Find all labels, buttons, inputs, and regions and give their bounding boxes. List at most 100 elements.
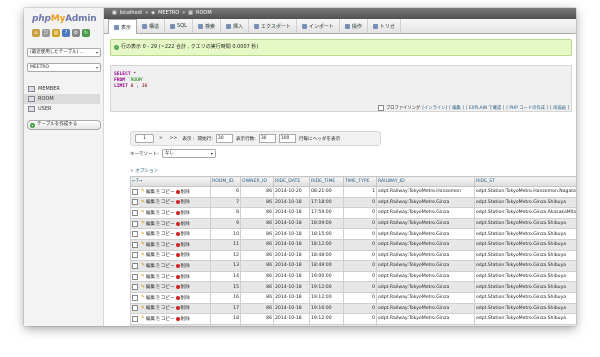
time-type-cell[interactable]: 0 bbox=[343, 207, 377, 219]
room-id-cell[interactable]: 15 bbox=[210, 281, 241, 293]
inline-edit-link[interactable]: [インライン] bbox=[422, 105, 447, 111]
table-row[interactable]: ✎ 編集 ⎘ コピー 削除 15 86 2014-10-18 19:12:00 0 odpt.Rai… bbox=[130, 281, 576, 293]
owner-id-cell[interactable]: 86 bbox=[240, 323, 274, 326]
copy-link[interactable]: コピー bbox=[161, 274, 175, 280]
recent-tables-select[interactable]: (最近使用したテーブル) ... ▾ bbox=[27, 48, 101, 57]
owner-id-cell[interactable]: 86 bbox=[240, 302, 274, 315]
edit-link[interactable]: 編集 bbox=[146, 210, 155, 216]
room-id-cell[interactable]: 17 bbox=[210, 302, 241, 315]
ride-st-cell[interactable]: odpt.Station:TokyoMetro.Ginza.AkasakaMit… bbox=[474, 207, 576, 219]
ride-date-cell[interactable]: 2014-10-18 bbox=[273, 196, 310, 209]
column-header-actions[interactable]: ←T→ bbox=[130, 176, 211, 187]
rows-input[interactable]: 30 bbox=[258, 134, 276, 143]
time-type-cell[interactable]: 0 bbox=[343, 291, 377, 304]
railway-id-cell[interactable]: odpt.Railway:TokyoMetro.Ginza bbox=[376, 249, 475, 262]
owner-id-cell[interactable]: 86 bbox=[240, 228, 274, 240]
owner-id-cell[interactable]: 86 bbox=[240, 281, 274, 293]
edit-link[interactable]: 編集 bbox=[146, 305, 155, 311]
ride-time-cell[interactable]: 19:16:00 bbox=[309, 302, 344, 315]
owner-id-cell[interactable]: 86 bbox=[240, 260, 274, 272]
room-id-cell[interactable]: 18 bbox=[210, 313, 241, 325]
railway-id-cell[interactable]: odpt.Railway:TokyoMetro.Ginza bbox=[376, 313, 475, 325]
time-type-cell[interactable]: 0 bbox=[343, 323, 377, 326]
room-id-cell[interactable]: 12 bbox=[210, 249, 241, 262]
ride-date-cell[interactable]: 2014-10-18 bbox=[273, 249, 310, 262]
time-type-cell[interactable]: 0 bbox=[343, 260, 377, 272]
copy-link[interactable]: コピー bbox=[161, 316, 175, 322]
railway-id-cell[interactable]: odpt.Railway:TokyoMetro.Ginza bbox=[376, 217, 475, 230]
row-checkbox[interactable] bbox=[132, 294, 138, 301]
room-id-cell[interactable]: 16 bbox=[210, 291, 241, 304]
owner-id-cell[interactable]: 86 bbox=[240, 217, 274, 230]
room-id-cell[interactable]: 7 bbox=[210, 196, 241, 209]
phpmyadmin-logo[interactable]: phpMyAdmin bbox=[32, 14, 97, 24]
sql-query-icon[interactable]: ▤ bbox=[52, 29, 60, 37]
delete-link[interactable]: 削除 bbox=[181, 231, 190, 237]
row-checkbox[interactable] bbox=[132, 231, 138, 238]
tree-item-user[interactable]: USER bbox=[28, 104, 100, 114]
tab-operations[interactable]: 操作 bbox=[340, 19, 368, 33]
ride-date-cell[interactable]: 2014-10-18 bbox=[273, 313, 310, 325]
table-row[interactable]: ✎ 編集 ⎘ コピー 削除 14 86 2014-10-18 19:00:00 0 odpt.Rai… bbox=[130, 270, 576, 283]
ride-date-cell[interactable]: 2014-10-18 bbox=[273, 207, 310, 219]
breadcrumb-database[interactable]: MEETRO bbox=[158, 8, 179, 19]
copy-link[interactable]: コピー bbox=[161, 284, 175, 290]
table-row[interactable]: ✎ 編集 ⎘ コピー 削除 6 86 2014-10-20 08:21:00 1 odpt.Rail… bbox=[130, 186, 576, 198]
tab-structure[interactable]: 構造 bbox=[137, 19, 166, 33]
delete-link[interactable]: 削除 bbox=[181, 189, 190, 195]
tab-browse[interactable]: 表示 bbox=[108, 19, 138, 34]
ride-st-cell[interactable]: odpt.Station:TokyoMetro.Ginza.Shibuya bbox=[474, 238, 576, 251]
row-checkbox[interactable] bbox=[132, 262, 138, 269]
tree-item-member[interactable]: MEMBER bbox=[28, 84, 100, 94]
ride-st-cell[interactable]: odpt.Station:TokyoMetro.Ginza.Shibuya bbox=[474, 313, 576, 325]
home-icon[interactable]: ⌂ bbox=[32, 29, 40, 37]
page-select[interactable]: 1 bbox=[135, 134, 154, 143]
edit-link[interactable]: 編集 bbox=[146, 221, 155, 227]
railway-id-cell[interactable]: odpt.Railway:TokyoMetro.Ginza bbox=[376, 238, 475, 251]
ride-time-cell[interactable]: 19:12:00 bbox=[309, 291, 344, 304]
column-header-room-id[interactable]: ROOM_ID bbox=[210, 176, 241, 187]
edit-link[interactable]: 編集 bbox=[146, 284, 155, 290]
ride-time-cell[interactable]: 18:48:00 bbox=[309, 249, 344, 262]
ride-st-cell[interactable]: odpt.Station:TokyoMetro.Ginza.Shibuya bbox=[474, 249, 576, 262]
ride-time-cell[interactable]: 19:00:00 bbox=[309, 270, 344, 283]
ride-time-cell[interactable]: 18:09:00 bbox=[309, 217, 344, 230]
railway-id-cell[interactable]: odpt.Railway:TokyoMetro.Ginza bbox=[376, 270, 475, 283]
settings-icon[interactable]: ⚙ bbox=[72, 29, 80, 37]
ride-time-cell[interactable]: 18:15:00 bbox=[309, 228, 344, 240]
tab-sql[interactable]: SQL bbox=[165, 19, 193, 33]
ride-st-cell[interactable]: odpt.Station:TokyoMetro.Ginza.Shibuya bbox=[474, 196, 576, 209]
ride-st-cell[interactable]: odpt.Station:TokyoMetro.Ginza.Shibuya bbox=[474, 302, 576, 315]
owner-id-cell[interactable]: 86 bbox=[240, 196, 274, 209]
time-type-cell[interactable]: 1 bbox=[343, 186, 377, 198]
breadcrumb-table[interactable]: ROOM bbox=[196, 8, 212, 19]
ride-time-cell[interactable]: 19:16:00 bbox=[309, 323, 344, 326]
row-checkbox[interactable] bbox=[132, 284, 138, 291]
time-type-cell[interactable]: 0 bbox=[343, 302, 377, 315]
room-id-cell[interactable]: 9 bbox=[210, 217, 241, 230]
breadcrumb-server[interactable]: localhost bbox=[120, 8, 142, 19]
room-id-cell[interactable]: 13 bbox=[210, 260, 241, 272]
ride-date-cell[interactable]: 2014-10-18 bbox=[273, 260, 310, 272]
room-id-cell[interactable]: 10 bbox=[210, 228, 241, 240]
table-row[interactable]: ✎ 編集 ⎘ コピー 削除 13 86 2014-10-18 18:49:00 0 odpt.Rai… bbox=[130, 260, 576, 272]
row-checkbox[interactable] bbox=[132, 315, 138, 322]
room-id-cell[interactable]: 14 bbox=[210, 270, 241, 283]
copy-link[interactable]: コピー bbox=[161, 221, 175, 227]
time-type-cell[interactable]: 0 bbox=[343, 313, 377, 325]
time-type-cell[interactable]: 0 bbox=[343, 196, 377, 209]
tab-insert[interactable]: 挿入 bbox=[221, 19, 249, 33]
tab-import[interactable]: インポート bbox=[297, 19, 340, 33]
reload-icon[interactable]: ↻ bbox=[82, 29, 90, 37]
ride-date-cell[interactable]: 2014-10-18 bbox=[273, 302, 310, 315]
railway-id-cell[interactable]: odpt.Railway:TokyoMetro.Ginza bbox=[376, 323, 475, 326]
column-header-ride-time[interactable]: RIDE_TIME bbox=[309, 176, 344, 187]
edit-link[interactable]: 編集 bbox=[146, 295, 155, 301]
tab-export[interactable]: エクスポート bbox=[249, 19, 297, 33]
delete-link[interactable]: 削除 bbox=[181, 221, 190, 227]
time-type-cell[interactable]: 0 bbox=[343, 249, 377, 262]
row-checkbox[interactable] bbox=[132, 220, 138, 227]
table-row[interactable]: ✎ 編集 ⎘ コピー 削除 8 86 2014-10-18 17:59:00 0 odpt.Rail… bbox=[130, 207, 576, 219]
owner-id-cell[interactable]: 86 bbox=[240, 249, 274, 262]
railway-id-cell[interactable]: odpt.Railway:TokyoMetro.Ginza bbox=[376, 196, 475, 209]
